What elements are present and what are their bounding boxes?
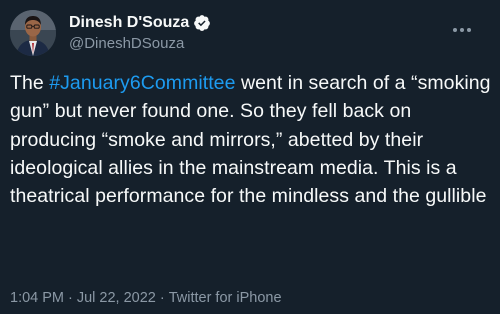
tweet-card: Dinesh D'Souza @DineshDSouza The #Januar…	[0, 0, 500, 314]
tweet-source[interactable]: Twitter for iPhone	[169, 289, 282, 307]
tweet-time[interactable]: 1:04 PM	[10, 289, 64, 307]
meta-separator: ·	[68, 290, 73, 306]
tweet-meta: 1:04 PM · Jul 22, 2022 · Twitter for iPh…	[10, 289, 282, 307]
author-handle[interactable]: @DineshDSouza	[69, 34, 211, 54]
author-names: Dinesh D'Souza @DineshDSouza	[69, 13, 211, 54]
tweet-header: Dinesh D'Souza @DineshDSouza	[10, 8, 490, 58]
verified-badge-icon	[193, 14, 211, 32]
more-horizontal-icon[interactable]	[450, 20, 474, 40]
avatar[interactable]	[10, 10, 56, 56]
tweet-text: The #January6Committee went in search of…	[10, 69, 498, 210]
display-name[interactable]: Dinesh D'Souza	[69, 13, 189, 33]
meta-separator: ·	[159, 290, 165, 306]
avatar-image	[10, 10, 56, 56]
tweet-date[interactable]: Jul 22, 2022	[77, 289, 156, 307]
hashtag-link[interactable]: #January6Committee	[49, 72, 235, 94]
tweet-text-prefix: The	[10, 72, 50, 94]
name-row: Dinesh D'Souza	[69, 13, 211, 33]
